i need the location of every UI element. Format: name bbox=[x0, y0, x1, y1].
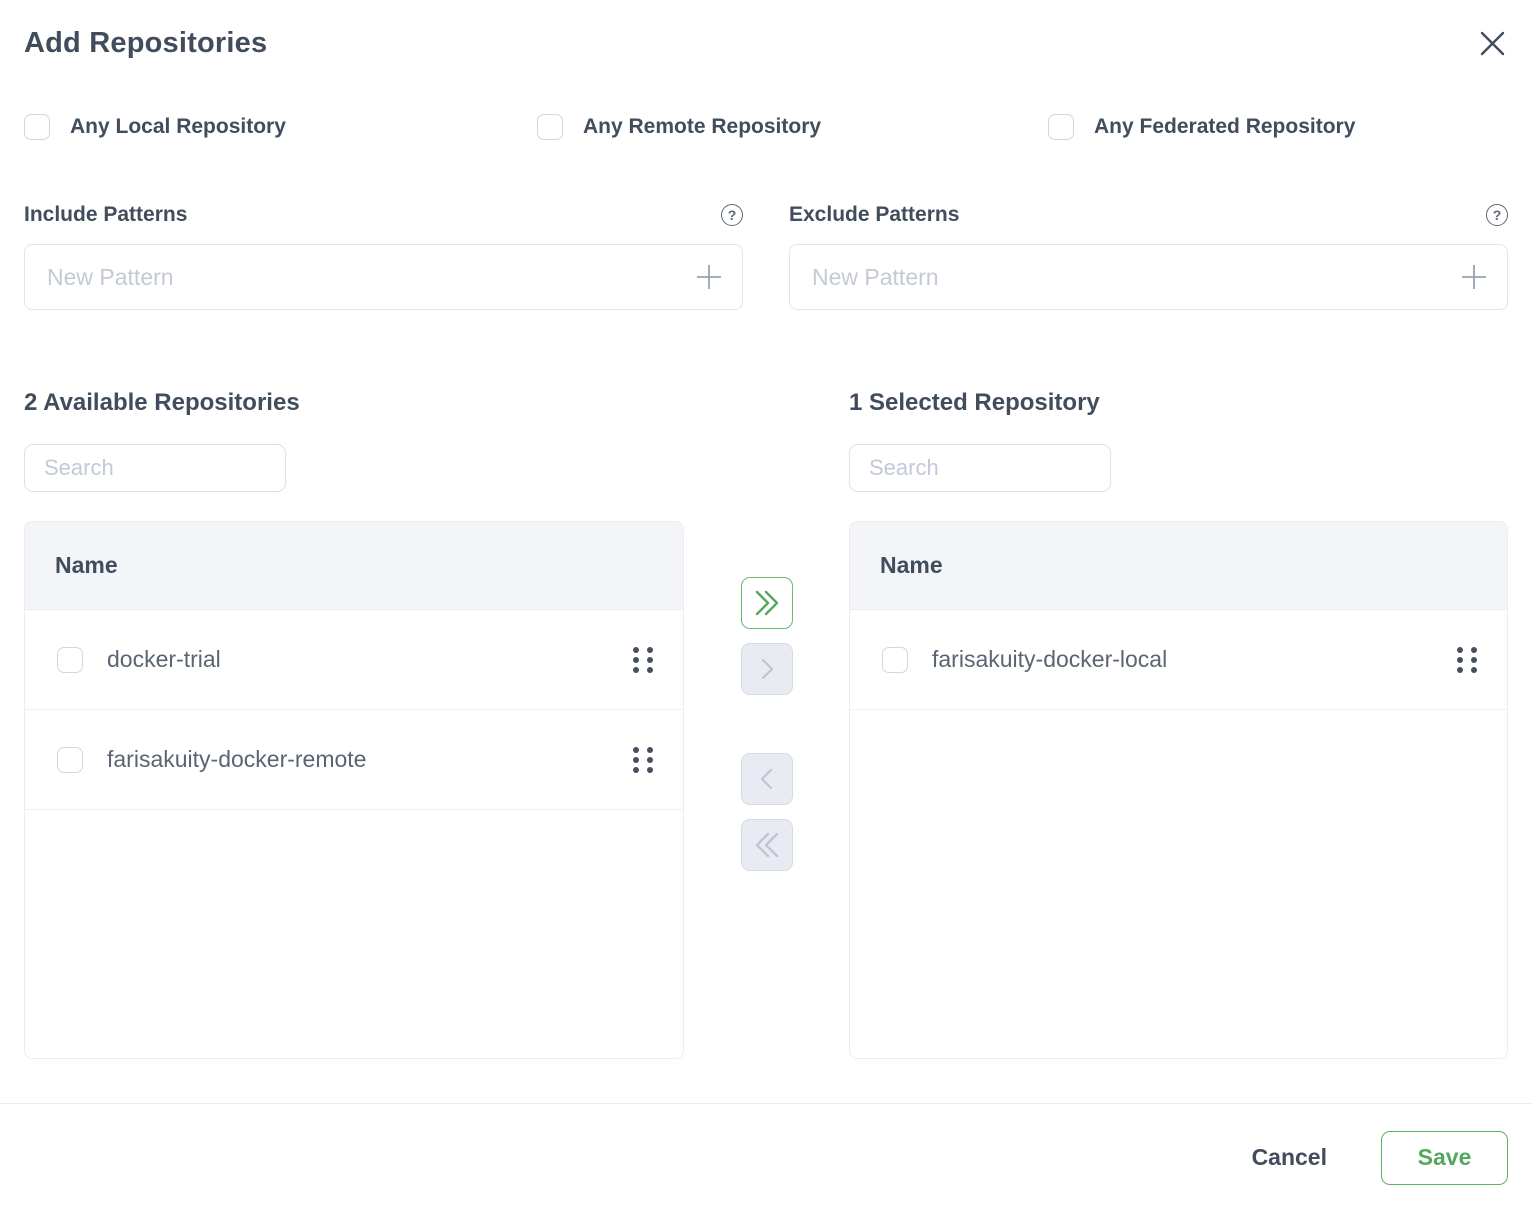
selected-repositories-panel: 1 Selected Repository Name farisakuity-d… bbox=[849, 389, 1508, 1059]
selected-repositories-table: Name farisakuity-docker-local bbox=[849, 521, 1508, 1059]
option-any-federated-repository[interactable]: Any Federated Repository bbox=[1048, 114, 1508, 140]
any-remote-label: Any Remote Repository bbox=[583, 115, 821, 139]
plus-icon bbox=[1461, 264, 1487, 290]
chevron-left-icon bbox=[756, 767, 778, 791]
available-repositories-table: Name docker-trial farisakuity-docker-rem… bbox=[24, 521, 684, 1059]
exclude-pattern-input[interactable] bbox=[790, 245, 1507, 309]
double-chevron-left-icon bbox=[752, 831, 782, 859]
row-checkbox[interactable] bbox=[57, 747, 83, 773]
transfer-controls bbox=[684, 389, 849, 1059]
available-repositories-heading: 2 Available Repositories bbox=[24, 389, 684, 417]
move-all-right-button[interactable] bbox=[741, 577, 793, 629]
any-local-label: Any Local Repository bbox=[70, 115, 286, 139]
option-any-remote-repository[interactable]: Any Remote Repository bbox=[537, 114, 1048, 140]
drag-handle-icon[interactable] bbox=[1457, 647, 1477, 673]
any-local-checkbox[interactable] bbox=[24, 114, 50, 140]
include-patterns-group: Include Patterns ? bbox=[24, 202, 743, 310]
move-left-button[interactable] bbox=[741, 753, 793, 805]
include-patterns-help-icon[interactable]: ? bbox=[721, 204, 743, 226]
table-row-farisakuity-docker-remote[interactable]: farisakuity-docker-remote bbox=[25, 710, 683, 810]
repo-name: docker-trial bbox=[107, 646, 221, 673]
selected-search-input[interactable] bbox=[849, 444, 1111, 492]
selected-table-header: Name bbox=[850, 522, 1507, 610]
table-row-docker-trial[interactable]: docker-trial bbox=[25, 610, 683, 710]
table-row-farisakuity-docker-local[interactable]: farisakuity-docker-local bbox=[850, 610, 1507, 710]
include-patterns-label: Include Patterns bbox=[24, 203, 187, 227]
close-icon bbox=[1477, 28, 1508, 59]
selected-name-column-header: Name bbox=[880, 552, 943, 579]
row-checkbox[interactable] bbox=[882, 647, 908, 673]
include-add-pattern-button[interactable] bbox=[696, 264, 722, 290]
drag-handle-icon[interactable] bbox=[633, 747, 653, 773]
move-right-button[interactable] bbox=[741, 643, 793, 695]
available-name-column-header: Name bbox=[55, 552, 118, 579]
include-pattern-input[interactable] bbox=[25, 245, 742, 309]
available-table-header: Name bbox=[25, 522, 683, 610]
close-button[interactable] bbox=[1477, 28, 1508, 59]
modal-header: Add Repositories bbox=[24, 0, 1508, 60]
drag-handle-icon[interactable] bbox=[633, 647, 653, 673]
move-all-left-button[interactable] bbox=[741, 819, 793, 871]
plus-icon bbox=[696, 264, 722, 290]
double-chevron-right-icon bbox=[752, 589, 782, 617]
exclude-add-pattern-button[interactable] bbox=[1461, 264, 1487, 290]
option-any-local-repository[interactable]: Any Local Repository bbox=[24, 114, 537, 140]
repositories-section: 2 Available Repositories Name docker-tri… bbox=[24, 389, 1508, 1059]
patterns-section: Include Patterns ? Exclude Patterns ? bbox=[24, 202, 1508, 310]
exclude-patterns-help-icon[interactable]: ? bbox=[1486, 204, 1508, 226]
available-repositories-panel: 2 Available Repositories Name docker-tri… bbox=[24, 389, 684, 1059]
chevron-right-icon bbox=[756, 657, 778, 681]
exclude-patterns-group: Exclude Patterns ? bbox=[789, 202, 1508, 310]
save-button[interactable]: Save bbox=[1381, 1131, 1508, 1185]
include-pattern-box bbox=[24, 244, 743, 310]
any-federated-checkbox[interactable] bbox=[1048, 114, 1074, 140]
exclude-patterns-label: Exclude Patterns bbox=[789, 203, 959, 227]
page-title: Add Repositories bbox=[24, 26, 267, 60]
any-federated-label: Any Federated Repository bbox=[1094, 115, 1355, 139]
repo-name: farisakuity-docker-local bbox=[932, 646, 1167, 673]
any-remote-checkbox[interactable] bbox=[537, 114, 563, 140]
repo-type-options: Any Local Repository Any Remote Reposito… bbox=[24, 114, 1508, 140]
available-search-input[interactable] bbox=[24, 444, 286, 492]
exclude-pattern-box bbox=[789, 244, 1508, 310]
cancel-button[interactable]: Cancel bbox=[1252, 1144, 1327, 1171]
repo-name: farisakuity-docker-remote bbox=[107, 746, 366, 773]
modal-footer: Cancel Save bbox=[0, 1104, 1532, 1211]
row-checkbox[interactable] bbox=[57, 647, 83, 673]
selected-repositories-heading: 1 Selected Repository bbox=[849, 389, 1508, 417]
